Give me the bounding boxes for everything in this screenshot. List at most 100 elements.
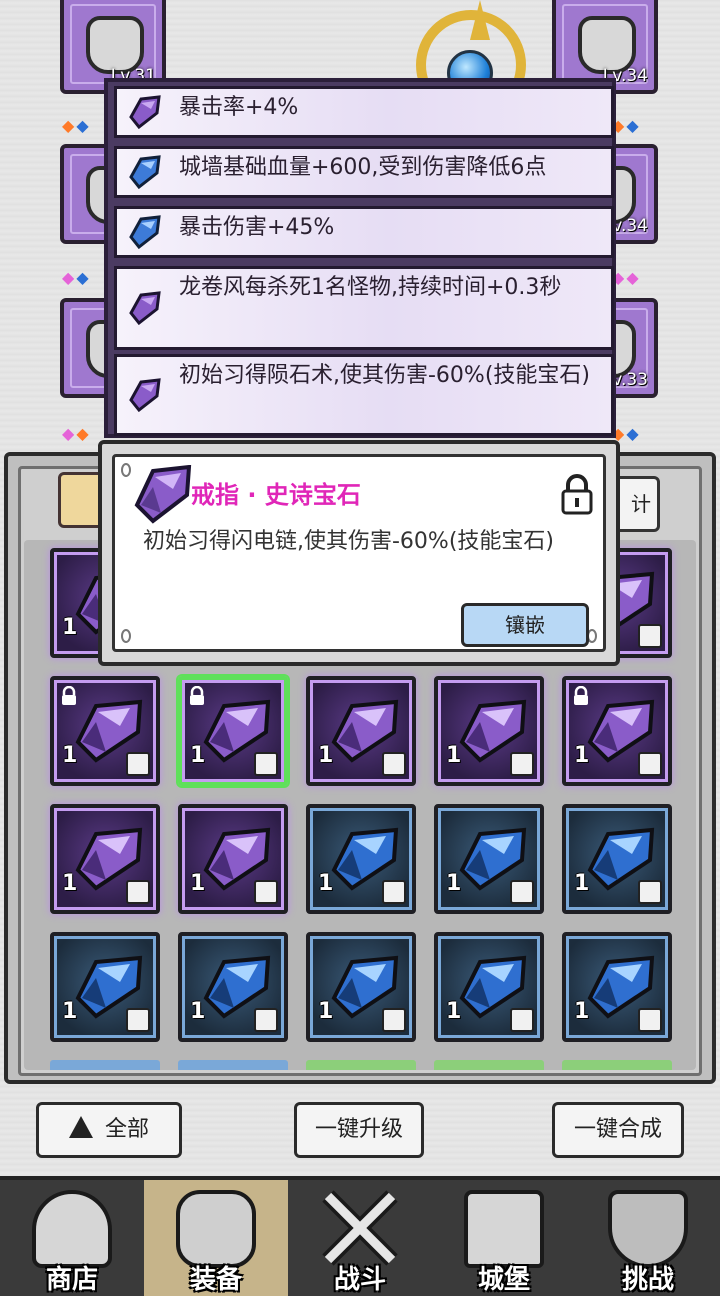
- gem-socket-indicators: ◆◆: [612, 116, 641, 135]
- nav-challenge[interactable]: 挑战: [576, 1180, 720, 1296]
- ring-icon: [510, 752, 534, 776]
- filter-all-label: 全部: [104, 1117, 149, 1142]
- gem-count: 1: [574, 871, 590, 896]
- weapon-icon: [510, 1008, 534, 1032]
- gem-effect-text: 暴击伤害+45%: [179, 215, 335, 240]
- gem-cell[interactable]: 1: [306, 932, 416, 1042]
- epic-gem-icon: [129, 378, 161, 412]
- gem-cell[interactable]: 1: [178, 932, 288, 1042]
- necklace-icon: [254, 880, 278, 904]
- shield-icon: [608, 1190, 688, 1268]
- ring-icon: [254, 752, 278, 776]
- gem-cell[interactable]: 1: [50, 804, 160, 914]
- weapon-icon: [126, 752, 150, 776]
- gem-detail-description: 初始习得闪电链,使其伤害-60%(技能宝石): [143, 529, 554, 554]
- gem-cell-partial: [50, 1060, 160, 1070]
- nav-label: 挑战: [621, 1265, 674, 1295]
- gem-count: 1: [62, 871, 78, 896]
- corner-rivet: [121, 629, 131, 643]
- gem-cell[interactable]: 1: [562, 804, 672, 914]
- gem-count: 1: [574, 999, 590, 1024]
- merge-all-button[interactable]: 一键合成: [552, 1102, 684, 1158]
- triangle-up-icon: [68, 1116, 93, 1138]
- gem-effect-row: 暴击率+4%: [114, 86, 614, 138]
- lock-icon: [574, 686, 588, 705]
- gem-socket-indicators: ◆◆: [612, 268, 641, 287]
- nav-label: 装备: [189, 1265, 242, 1295]
- nav-equipment[interactable]: 装备: [144, 1180, 288, 1296]
- gem-count: 1: [318, 743, 334, 768]
- gem-count: 1: [446, 871, 462, 896]
- gem-cell[interactable]: 1: [50, 932, 160, 1042]
- gem-cell[interactable]: 1: [306, 676, 416, 786]
- armor-icon: [254, 1008, 278, 1032]
- nav-label: 商店: [45, 1265, 98, 1295]
- rare-gem-icon: [129, 215, 161, 249]
- necklace-icon: [382, 880, 406, 904]
- lock-icon[interactable]: [559, 473, 595, 515]
- gem-cell[interactable]: 1: [562, 676, 672, 786]
- gem-count: 1: [446, 743, 462, 768]
- gem-count: 1: [190, 743, 206, 768]
- gem-cell-partial: [306, 1060, 416, 1070]
- armor-icon: [126, 1008, 150, 1032]
- gem-cell[interactable]: 1: [306, 804, 416, 914]
- gem-detail-title: 戒指 · 史诗宝石: [191, 481, 361, 509]
- gem-socket-indicators: ◆◆: [62, 424, 91, 443]
- gem-count: 1: [62, 615, 78, 640]
- gem-count: 1: [446, 999, 462, 1024]
- gem-socket-indicators: ◆◆: [62, 268, 91, 287]
- nav-shop[interactable]: 商店: [0, 1180, 144, 1296]
- gem-cell[interactable]: 1: [50, 676, 160, 786]
- gem-detail-popup: 戒指 · 史诗宝石 初始习得闪电链,使其伤害-60%(技能宝石) 镶嵌: [98, 440, 620, 666]
- filter-all-button[interactable]: 全部: [36, 1102, 182, 1158]
- rare-gem-icon: [129, 155, 161, 189]
- nav-castle[interactable]: 城堡: [432, 1180, 576, 1296]
- gem-count: 1: [62, 743, 78, 768]
- epic-gem-icon: [129, 291, 161, 325]
- gem-cell-partial: [434, 1060, 544, 1070]
- gem-cell[interactable]: 1: [178, 676, 288, 786]
- weapon-icon: [638, 1008, 662, 1032]
- gem-count: 1: [190, 871, 206, 896]
- gem-count: 1: [574, 743, 590, 768]
- gem-effects-list: 暴击率+4% 城墙基础血量+600,受到伤害降低6点 暴击伤害+45% 龙卷风每…: [104, 78, 616, 438]
- gem-cell[interactable]: 1: [178, 804, 288, 914]
- ring-icon: [382, 752, 406, 776]
- necklace-icon: [510, 880, 534, 904]
- gem-count: 1: [318, 999, 334, 1024]
- gem-cell[interactable]: 1: [562, 932, 672, 1042]
- upgrade-all-button[interactable]: 一键升级: [294, 1102, 424, 1158]
- nav-battle[interactable]: 战斗: [288, 1180, 432, 1296]
- gem-detail-card: 戒指 · 史诗宝石 初始习得闪电链,使其伤害-60%(技能宝石) 镶嵌: [112, 454, 606, 652]
- gem-cell-partial: [178, 1060, 288, 1070]
- inlay-button[interactable]: 镶嵌: [461, 603, 589, 647]
- gem-count: 1: [190, 999, 206, 1024]
- gem-effect-row: 城墙基础血量+600,受到伤害降低6点: [114, 146, 614, 198]
- gem-cell[interactable]: 1: [434, 676, 544, 786]
- armor-icon: [638, 880, 662, 904]
- gem-count: 1: [62, 999, 78, 1024]
- epic-gem-icon: [129, 95, 161, 129]
- gem-effect-text: 初始习得陨石术,使其伤害-60%(技能宝石): [179, 363, 590, 388]
- bottom-nav: 商店 装备 战斗 城堡 挑战: [0, 1176, 720, 1296]
- nav-label: 城堡: [477, 1265, 530, 1295]
- equipment-screen: Lv.31 Lv.34 Lv.34 Lv.33 ◆◆ ◆◆ ◆◆ ◆◆ ◆◆ ◆…: [0, 0, 720, 1296]
- gem-effect-text: 龙卷风每杀死1名怪物,持续时间+0.3秒: [179, 275, 562, 300]
- lock-icon: [190, 686, 204, 705]
- boots-icon: [382, 1008, 406, 1032]
- gem-count: 1: [318, 871, 334, 896]
- ring-icon: [638, 752, 662, 776]
- gem-cell[interactable]: 1: [434, 932, 544, 1042]
- lock-icon: [62, 686, 76, 705]
- gem-effect-row: 龙卷风每杀死1名怪物,持续时间+0.3秒: [114, 266, 614, 350]
- nav-label: 战斗: [333, 1265, 386, 1295]
- shop-icon: [32, 1190, 112, 1268]
- gem-cell-partial: [562, 1060, 672, 1070]
- gem-cell[interactable]: 1: [434, 804, 544, 914]
- gem-effect-text: 暴击率+4%: [179, 95, 299, 120]
- corner-rivet: [121, 463, 131, 477]
- gem-effect-row: 初始习得陨石术,使其伤害-60%(技能宝石): [114, 354, 614, 436]
- gem-socket-indicators: ◆◆: [62, 116, 91, 135]
- weapon-icon: [638, 624, 662, 648]
